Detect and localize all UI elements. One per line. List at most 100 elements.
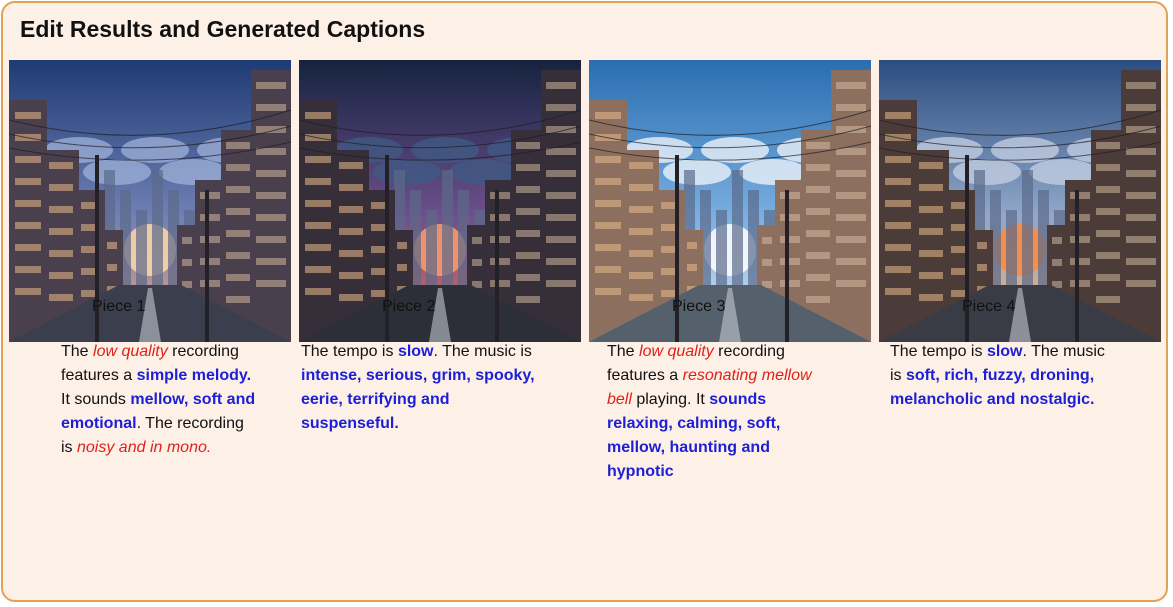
window-row: [226, 296, 250, 303]
window-row: [15, 244, 41, 251]
generated-caption: The low quality recording features a res…: [607, 340, 827, 484]
window-row: [687, 242, 697, 249]
window-row: [226, 208, 250, 215]
caption-text: The: [61, 343, 94, 360]
caption-highlight-blue: slow: [986, 343, 1023, 360]
window-row: [305, 288, 331, 295]
window-row: [226, 230, 250, 237]
window-row: [15, 178, 41, 185]
generated-caption: The tempo is slow. The music is soft, ri…: [890, 340, 1120, 412]
caption-text: The: [607, 343, 640, 360]
window-row: [836, 104, 866, 111]
window-row: [595, 266, 621, 273]
window-row: [49, 272, 73, 279]
window-row: [15, 266, 41, 273]
window-row: [107, 242, 117, 249]
window-row: [1070, 192, 1090, 199]
window-row: [339, 228, 363, 235]
caption-highlight-red: low quality: [639, 343, 714, 360]
window-row: [836, 170, 866, 177]
window-row: [256, 192, 286, 199]
window-row: [256, 148, 286, 155]
window-row: [397, 242, 407, 249]
window-row: [1096, 142, 1120, 149]
window-row: [836, 236, 866, 243]
window-row: [1126, 104, 1156, 111]
window-row: [546, 148, 576, 155]
window-row: [305, 222, 331, 229]
window-row: [780, 236, 800, 243]
window-row: [472, 259, 482, 266]
window-row: [762, 237, 772, 244]
window-row: [546, 170, 576, 177]
window-row: [919, 272, 943, 279]
window-row: [1096, 252, 1120, 259]
window-row: [1126, 126, 1156, 133]
window-row: [1096, 208, 1120, 215]
window-row: [629, 206, 653, 213]
utility-pole: [1075, 190, 1079, 342]
window-row: [226, 252, 250, 259]
window-row: [836, 82, 866, 89]
street-scene-image: [879, 60, 1161, 342]
window-row: [1096, 230, 1120, 237]
window-row: [1126, 170, 1156, 177]
caption-text: . The music is: [433, 343, 532, 360]
window-row: [49, 162, 73, 169]
cloud-shape: [953, 159, 1021, 185]
window-row: [595, 288, 621, 295]
window-row: [1126, 192, 1156, 199]
window-row: [546, 236, 576, 243]
window-row: [49, 250, 73, 257]
window-row: [305, 112, 331, 119]
window-row: [806, 142, 830, 149]
window-row: [546, 82, 576, 89]
window-row: [1052, 237, 1062, 244]
window-row: [595, 244, 621, 251]
window-row: [305, 266, 331, 273]
window-row: [1070, 236, 1090, 243]
caption-highlight-blue: soft, rich, fuzzy, droning, melancholic …: [890, 367, 1095, 408]
window-row: [256, 126, 286, 133]
street-scene-image: [299, 60, 581, 342]
window-row: [256, 104, 286, 111]
window-row: [49, 228, 73, 235]
caption-highlight-red: low quality: [93, 343, 168, 360]
window-row: [1126, 236, 1156, 243]
window-row: [885, 266, 911, 273]
window-row: [516, 230, 540, 237]
caption-text: It sounds: [61, 391, 131, 408]
window-row: [490, 258, 510, 265]
window-row: [629, 272, 653, 279]
window-row: [1126, 280, 1156, 287]
window-row: [256, 82, 286, 89]
window-row: [919, 294, 943, 301]
window-row: [200, 280, 220, 287]
window-row: [885, 156, 911, 163]
window-row: [516, 274, 540, 281]
window-row: [49, 294, 73, 301]
window-row: [516, 252, 540, 259]
window-row: [806, 274, 830, 281]
window-row: [339, 184, 363, 191]
window-row: [595, 112, 621, 119]
window-row: [15, 200, 41, 207]
window-row: [339, 250, 363, 257]
window-row: [1052, 259, 1062, 266]
window-row: [806, 252, 830, 259]
piece-label: Piece 1: [92, 298, 146, 315]
cloud-shape: [373, 159, 441, 185]
window-row: [200, 192, 220, 199]
window-row: [919, 206, 943, 213]
window-row: [885, 112, 911, 119]
window-row: [762, 259, 772, 266]
window-row: [200, 214, 220, 221]
window-row: [15, 222, 41, 229]
window-row: [1070, 280, 1090, 287]
window-row: [1126, 214, 1156, 221]
window-row: [472, 237, 482, 244]
caption-highlight-red: noisy and in mono.: [77, 439, 212, 456]
window-row: [977, 264, 987, 271]
window-row: [1096, 186, 1120, 193]
caption-text: The tempo is: [301, 343, 398, 360]
